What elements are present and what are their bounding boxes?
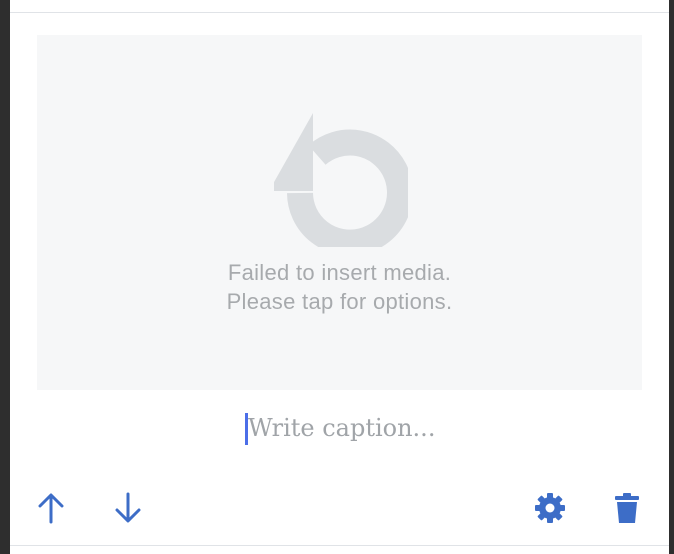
move-down-button[interactable] xyxy=(110,490,146,526)
gear-icon xyxy=(535,493,565,523)
trash-icon xyxy=(615,493,639,523)
move-up-button[interactable] xyxy=(33,490,69,526)
arrow-up-icon xyxy=(38,493,64,524)
retry-icon xyxy=(274,113,408,247)
error-message-line1: Failed to insert media. xyxy=(227,260,452,285)
caption-input[interactable] xyxy=(248,408,468,448)
bottom-divider xyxy=(10,545,669,546)
caption-row xyxy=(10,408,669,448)
arrow-down-icon xyxy=(115,492,141,523)
delete-block-button[interactable] xyxy=(609,490,645,526)
error-message-line2: Please tap for options. xyxy=(226,289,453,314)
failed-media-placeholder[interactable]: Failed to insert media. Please tap for o… xyxy=(37,35,642,390)
block-settings-button[interactable] xyxy=(532,490,568,526)
media-block-panel: Failed to insert media. Please tap for o… xyxy=(10,0,669,554)
top-divider xyxy=(10,12,669,13)
